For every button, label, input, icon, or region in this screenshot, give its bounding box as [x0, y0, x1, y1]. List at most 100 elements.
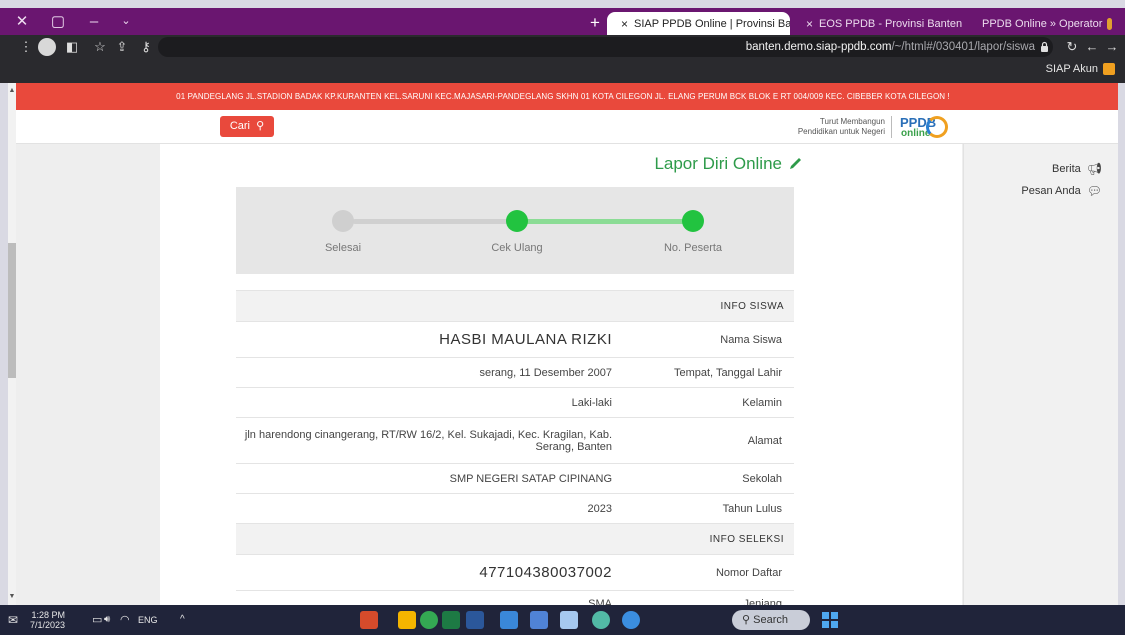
- chrome-app-icon[interactable]: [420, 611, 438, 629]
- wifi-icon[interactable]: ◠: [120, 605, 130, 635]
- scroll-thumb[interactable]: [8, 243, 16, 378]
- forward-icon[interactable]: ←: [1082, 38, 1102, 56]
- section-header: INFO SISWA: [236, 290, 794, 322]
- step-label: Cek Ulang: [491, 242, 543, 254]
- row-value: jln harendong cinangerang, RT/RW 16/2, K…: [236, 417, 624, 464]
- reload-icon[interactable]: ↻: [1062, 38, 1082, 56]
- language-indicator[interactable]: ENG: [138, 605, 158, 635]
- new-tab-button[interactable]: +: [583, 12, 607, 34]
- bookmark-siap-akun[interactable]: SIAP Akun: [1046, 63, 1115, 75]
- search-icon: ⚲: [742, 614, 754, 626]
- edge-app-icon[interactable]: [622, 611, 640, 629]
- pencil-icon: [790, 158, 801, 169]
- row-value: HASBI MAULANA RIZKI: [236, 321, 624, 358]
- sidebar-item-berita[interactable]: Berita 📢︎: [1052, 162, 1102, 176]
- taskbar-search-box[interactable]: ⚲ Search: [732, 610, 810, 630]
- row-key: Tempat, Tanggal Lahir: [624, 357, 794, 388]
- table-row: 2023 Tahun Lulus: [236, 493, 794, 524]
- notepad-app-icon[interactable]: [530, 611, 548, 629]
- step-label: Selesai: [324, 242, 362, 254]
- powerpoint-app-icon[interactable]: [360, 611, 378, 629]
- site-header: Turut Membangun Pendidikan untuk Negeri …: [8, 110, 1118, 144]
- close-tab-icon[interactable]: ×: [806, 17, 813, 31]
- battery-icon[interactable]: ▭: [92, 605, 102, 635]
- step-connector: [524, 219, 692, 224]
- site-favicon-icon: [1107, 17, 1112, 30]
- profile-avatar[interactable]: [38, 38, 56, 56]
- notification-icon[interactable]: ✉: [8, 605, 18, 635]
- url-text: banten.demo.siap-ppdb.com/~/html#/030401…: [745, 41, 1035, 53]
- logo-divider: [891, 116, 892, 138]
- back-icon[interactable]: →: [1102, 38, 1122, 56]
- system-clock[interactable]: 1:28 PM 7/1/2023: [30, 610, 65, 630]
- close-tab-icon[interactable]: ×: [621, 17, 628, 31]
- tab-siap-ppdb[interactable]: × SIAP PPDB Online | Provinsi Bant...: [607, 12, 790, 35]
- word-app-icon[interactable]: [466, 611, 484, 629]
- tab-title: SIAP PPDB Online | Provinsi Bant...: [634, 17, 790, 30]
- browser-tab-strip: ✕ ▢ – ⌄ + × SIAP PPDB Online | Provinsi …: [0, 8, 1125, 35]
- chrome-profile-app-icon[interactable]: [592, 611, 610, 629]
- windows-start-icon[interactable]: [822, 612, 838, 628]
- tab-title: PPDB Online » Operator: [982, 17, 1103, 30]
- tab-eos-ppdb[interactable]: × EOS PPDB - Provinsi Banten: [792, 12, 972, 35]
- row-value: 2023: [236, 493, 624, 524]
- progress-stepper: No. Peserta Cek Ulang Selesai: [236, 187, 794, 274]
- bookmark-label: SIAP Akun: [1045, 63, 1098, 75]
- announcement-marquee: 01 PANDEGLANG JL.STADION BADAK KP.KURANT…: [8, 83, 1118, 110]
- address-bar[interactable]: banten.demo.siap-ppdb.com/~/html#/030401…: [158, 37, 1053, 57]
- search-button[interactable]: Cari ⚲: [220, 116, 274, 137]
- page-scrollbar[interactable]: ▲ ▼: [8, 83, 16, 605]
- scroll-down-arrow-icon[interactable]: ▼: [8, 593, 16, 600]
- maximize-window-icon[interactable]: ▢: [44, 8, 72, 35]
- step-label: No. Peserta: [663, 242, 723, 254]
- step-connector: [353, 219, 524, 224]
- sidebar: Berita 📢︎ Pesan Anda 💬︎: [963, 144, 1118, 605]
- share-icon[interactable]: ⇪: [112, 38, 132, 56]
- menu-dots-icon[interactable]: ⋮: [16, 38, 36, 56]
- row-key: Kelamin: [624, 387, 794, 418]
- sidebar-item-pesan[interactable]: Pesan Anda 💬︎: [1021, 184, 1102, 198]
- table-row: SMA Jenjang: [236, 590, 794, 605]
- tray-chevron-icon[interactable]: ^: [180, 605, 185, 635]
- table-row: Laki-laki Kelamin: [236, 387, 794, 418]
- row-value: SMA: [236, 590, 624, 605]
- row-key: Sekolah: [624, 463, 794, 494]
- tab-ppdb-operator[interactable]: PPDB Online » Operator: [974, 12, 1125, 35]
- browser-toolbar: ⋮ ◧ ☆ ⇪ ⚷ banten.demo.siap-ppdb.com/~/ht…: [0, 35, 1125, 59]
- table-row: serang, 11 Desember 2007 Tempat, Tanggal …: [236, 357, 794, 388]
- tab-title: EOS PPDB - Provinsi Banten: [819, 17, 963, 30]
- section-header: INFO SELEKSI: [236, 523, 794, 555]
- sidebar-panel-icon[interactable]: ◧: [62, 38, 82, 56]
- megaphone-icon: 📢︎: [1086, 162, 1102, 176]
- excel-app-icon[interactable]: [442, 611, 460, 629]
- lock-icon: [1041, 41, 1048, 52]
- row-value: SMP NEGERI SATAP CIPINANG: [236, 463, 624, 494]
- ppdb-logo-icon: PPDB online: [898, 114, 948, 140]
- main-content: Lapor Diri Online No. Peserta Cek Ulang …: [160, 144, 962, 605]
- row-key: Jenjang: [624, 590, 794, 605]
- table-row: jln harendong cinangerang, RT/RW 16/2, K…: [236, 417, 794, 464]
- step-dot-peserta: [682, 210, 704, 232]
- row-value: 477104380037002: [236, 554, 624, 591]
- table-row: 477104380037002 Nomor Daftar: [236, 554, 794, 591]
- close-window-icon[interactable]: ✕: [8, 8, 36, 35]
- row-value: Laki-laki: [236, 387, 624, 418]
- row-key: Nomor Daftar: [624, 554, 794, 591]
- site-logo[interactable]: Turut Membangun Pendidikan untuk Negeri …: [798, 114, 948, 140]
- file-explorer-icon[interactable]: [398, 611, 416, 629]
- page-title: Lapor Diri Online: [654, 154, 802, 174]
- step-dot-selesai: [332, 210, 354, 232]
- bookmark-star-icon[interactable]: ☆: [90, 38, 110, 56]
- row-key: Alamat: [624, 417, 794, 464]
- volume-icon[interactable]: 🔊︎: [104, 605, 110, 635]
- scroll-up-arrow-icon[interactable]: ▲: [8, 87, 16, 94]
- tab-search-chevron-icon[interactable]: ⌄: [112, 8, 140, 35]
- settings-app-icon[interactable]: [560, 611, 578, 629]
- key-icon[interactable]: ⚷: [136, 38, 156, 56]
- minimize-window-icon[interactable]: –: [80, 8, 108, 35]
- logo-tagline: Turut Membangun Pendidikan untuk Negeri: [797, 117, 885, 136]
- bookmark-favicon-icon: [1103, 63, 1115, 75]
- store-app-icon[interactable]: [500, 611, 518, 629]
- os-taskbar: ✉ 1:28 PM 7/1/2023 ▭ 🔊︎ ◠ ENG ^ ⚲ Search: [0, 605, 1125, 635]
- page-viewport: 01 PANDEGLANG JL.STADION BADAK KP.KURANT…: [8, 83, 1118, 605]
